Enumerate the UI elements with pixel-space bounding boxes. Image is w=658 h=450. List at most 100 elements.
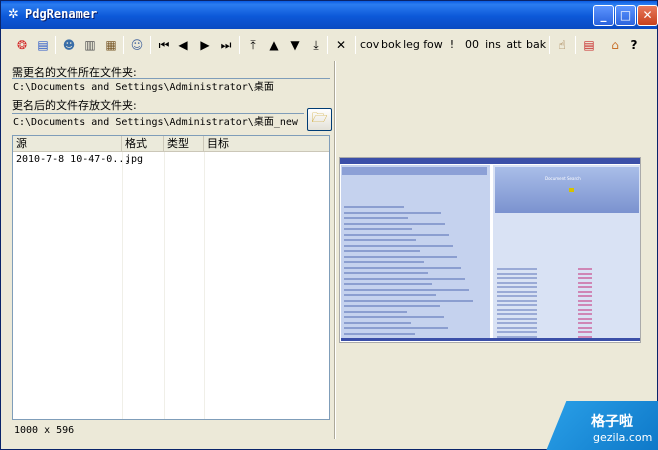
preview-text-line [497, 281, 537, 284]
last-icon[interactable]: ⏭ [217, 34, 235, 56]
preview-text-line [497, 277, 537, 279]
toolbar-button-bak[interactable]: bak [526, 34, 546, 56]
toolbar-button-ins[interactable]: ins [484, 34, 502, 56]
toolbar-button-leg[interactable]: leg [403, 34, 420, 56]
preview-text-line [344, 283, 432, 285]
first-icon[interactable]: ⏮ [155, 34, 173, 56]
title-bar[interactable]: ✲ PdgRenamer _ □ ✕ [1, 1, 658, 29]
image-dimensions-status: 1000 x 596 [14, 425, 75, 436]
toolbar-button-bok[interactable]: bok [381, 34, 401, 56]
list-header: 源 格式 类型 目标 [13, 136, 329, 152]
preview-text-line [344, 233, 449, 236]
browse-folder-button[interactable]: 🗁 [307, 108, 332, 131]
column-format[interactable]: 格式 [122, 136, 164, 152]
row-target-cell [204, 152, 329, 168]
toolbar-button-cov[interactable]: cov [360, 34, 379, 56]
close-button[interactable]: ✕ [637, 5, 658, 26]
window-title: PdgRenamer [25, 7, 98, 21]
preview-text-line [497, 295, 537, 297]
user-settings-icon[interactable]: ☻ [60, 34, 78, 56]
watermark-url-text: gezila.com [593, 431, 653, 444]
column-divider [164, 152, 165, 419]
minimize-button[interactable]: _ [593, 5, 614, 26]
color-wheel-icon[interactable]: ❂ [13, 34, 31, 56]
window-refresh-icon[interactable]: ▤ [580, 34, 598, 56]
preview-text-line [344, 305, 440, 307]
target-folder-label: 更名后的文件存放文件夹: [12, 99, 137, 112]
pane-splitter[interactable] [334, 61, 336, 439]
preview-text-line [578, 322, 592, 324]
move-down-icon[interactable]: ▼ [286, 34, 304, 56]
users-group-icon[interactable]: ☺ [128, 34, 146, 56]
preview-text-line [344, 222, 445, 225]
preview-text-line [344, 217, 408, 219]
maximize-button[interactable]: □ [615, 5, 636, 26]
move-top-icon[interactable]: ⤒ [244, 34, 262, 56]
preview-image: Document Search [339, 157, 641, 343]
next-icon[interactable]: ▶ [196, 34, 214, 56]
toolbar-separator [575, 36, 576, 54]
book-icon[interactable]: ▦ [102, 34, 120, 56]
move-up-icon[interactable]: ▲ [265, 34, 283, 56]
help-icon[interactable]: ? [625, 34, 643, 56]
preview-text-line [578, 317, 592, 320]
preview-text-line [578, 331, 592, 333]
preview-text-line [497, 317, 537, 320]
preview-text-line [344, 211, 441, 214]
row-format-cell: jpg [125, 154, 144, 165]
preview-text-line [344, 316, 444, 318]
preview-text-line [344, 239, 416, 241]
target-path-field[interactable]: C:\Documents and Settings\Administrator\… [12, 113, 304, 131]
preview-text-line [578, 299, 592, 302]
preview-text-line [497, 272, 537, 275]
toolbar: ❂ ▤ ☻ ▥ ▦ ☺ ⏮ ◀ ▶ ⏭ ⤒ ▲ ▼ ⤓ ✕ cov bok leg fow! 00 ins att bak ☝… [3, 31, 657, 59]
preview-text-line [497, 268, 537, 270]
column-target[interactable]: 目标 [204, 136, 329, 152]
preview-text-line [344, 250, 420, 252]
toolbar-button-att[interactable]: att [505, 34, 523, 56]
preview-text-line [344, 206, 404, 208]
toolbar-button-fow[interactable]: fow [423, 34, 443, 56]
delete-icon[interactable]: ✕ [332, 34, 350, 56]
preview-text-line [497, 331, 537, 333]
toolbar-button-00[interactable]: 00 [465, 34, 479, 56]
preview-text-line [578, 272, 592, 275]
source-path-field[interactable]: C:\Documents and Settings\Administrator\… [12, 78, 330, 96]
file-list[interactable]: 源 格式 类型 目标 2010-7-8 10-47-0... jpg [12, 135, 330, 420]
toolbar-button-bang[interactable]: ! [448, 34, 456, 56]
column-type[interactable]: 类型 [164, 136, 204, 152]
preview-text-line [344, 294, 436, 296]
home-icon[interactable]: ⌂ [606, 34, 624, 56]
previous-icon[interactable]: ◀ [174, 34, 192, 56]
preview-text-line [578, 281, 592, 284]
column-divider [204, 152, 205, 419]
preview-text-line [497, 290, 537, 293]
table-row[interactable]: 2010-7-8 10-47-0... jpg [13, 152, 329, 168]
toolbar-separator [327, 36, 328, 54]
image-preview-pane: Document Search [339, 61, 657, 439]
preview-text-line [344, 288, 469, 291]
window-palette-icon[interactable]: ▤ [34, 34, 52, 56]
preview-text-line [578, 313, 592, 315]
hand-pointer-icon[interactable]: ☝ [553, 34, 571, 56]
column-divider [122, 152, 123, 419]
preview-text-line [497, 286, 537, 288]
watermark-main-text: 格子啦 [591, 414, 633, 430]
toolbar-separator [239, 36, 240, 54]
preview-text-line [344, 255, 457, 258]
toolbar-separator [55, 36, 56, 54]
row-source-cell: 2010-7-8 10-47-0... [16, 154, 131, 165]
left-pane: 需更名的文件所在文件夹: C:\Documents and Settings\A… [8, 61, 332, 439]
preview-text-line [344, 261, 424, 263]
column-list-icon[interactable]: ▥ [81, 34, 99, 56]
preview-text-line [578, 295, 592, 297]
preview-text-line [344, 228, 412, 230]
column-source[interactable]: 源 [13, 136, 122, 152]
preview-text-line [344, 310, 407, 313]
preview-text-line [344, 277, 465, 280]
preview-text-line [578, 290, 592, 293]
preview-text-line [578, 286, 592, 288]
preview-text-line [497, 313, 537, 315]
app-window: ✲ PdgRenamer _ □ ✕ ❂ ▤ ☻ ▥ ▦ ☺ ⏮ ◀ ▶ ⏭ ⤒ ▲ ▼ ⤓ ✕ cov bok… [0, 0, 658, 450]
move-bottom-icon[interactable]: ⤓ [307, 34, 325, 56]
